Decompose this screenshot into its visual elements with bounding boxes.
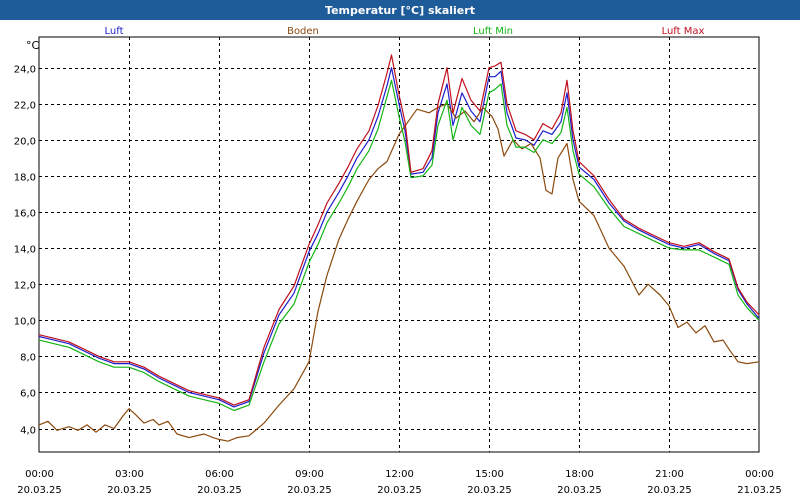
x-tick-date-label: 20.03.25 [377, 485, 422, 496]
x-tick-time-label: 18:00 [565, 469, 594, 480]
x-tick-date-label: 20.03.25 [467, 485, 512, 496]
temperature-chart: 4,0 6,0 8,0 10,0 12,0 14,0 16,0 18,0 20,0 22,0 24,… [14, 26, 782, 496]
y-tick-label: 8,0 [20, 353, 36, 364]
y-tick-label: 20,0 [14, 137, 36, 148]
legend-entry: Luft Max [662, 26, 705, 37]
y-tick-label: 14,0 [14, 245, 36, 256]
y-tick-label: 6,0 [20, 389, 36, 400]
legend-entry: Luft [105, 26, 124, 37]
x-tick-time-label: 03:00 [115, 469, 144, 480]
y-tick-label: 10,0 [14, 317, 36, 328]
y-tick-label: 4,0 [20, 426, 36, 437]
x-tick-time-label: 00:00 [25, 469, 54, 480]
x-tick-date-label: 20.03.25 [287, 485, 332, 496]
x-tick-date-label: 20.03.25 [17, 485, 62, 496]
x-tick-time-label: 00:00 [745, 469, 774, 480]
x-tick-date-label: 21.03.25 [737, 485, 782, 496]
y-tick-label: 24,0 [14, 65, 36, 76]
y-tick-label: 12,0 [14, 281, 36, 292]
x-tick-time-label: 15:00 [475, 469, 504, 480]
x-tick-date-label: 20.03.25 [107, 485, 152, 496]
y-tick-label: 18,0 [14, 173, 36, 184]
x-tick-date-label: 20.03.25 [647, 485, 692, 496]
x-tick-time-label: 21:00 [655, 469, 684, 480]
x-tick-date-label: 20.03.25 [557, 485, 602, 496]
y-tick-label: 22,0 [14, 101, 36, 112]
x-tick-time-label: 09:00 [295, 469, 324, 480]
x-tick-time-label: 12:00 [385, 469, 414, 480]
x-tick-date-label: 20.03.25 [197, 485, 242, 496]
legend-entry: Boden [287, 26, 319, 37]
legend-entry: Luft Min [473, 26, 513, 37]
y-axis-unit-label: °C [26, 39, 40, 52]
x-tick-time-label: 06:00 [205, 469, 234, 480]
y-tick-label: 16,0 [14, 209, 36, 220]
